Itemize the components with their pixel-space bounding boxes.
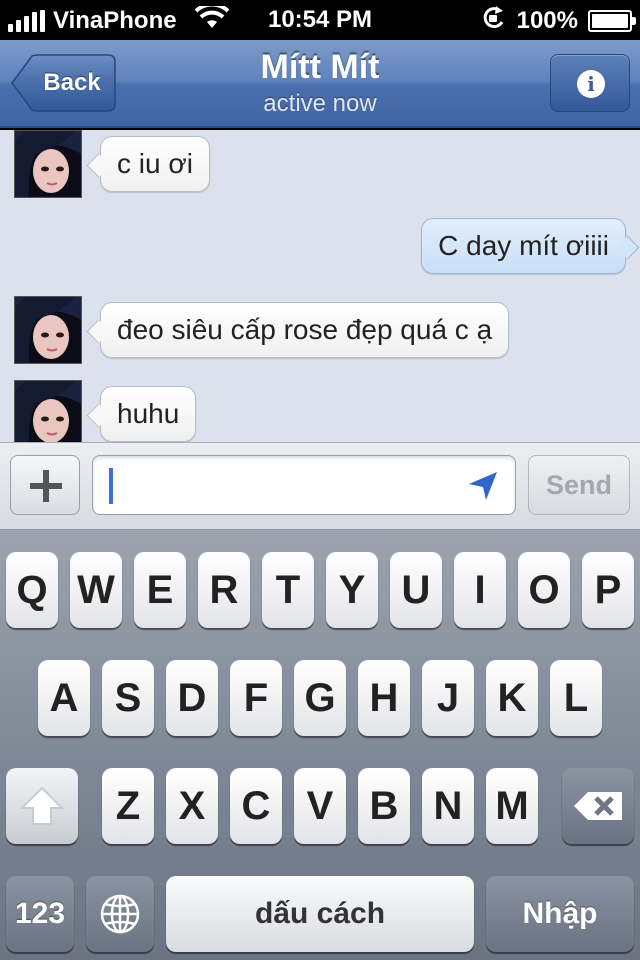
outgoing-message-bubble[interactable]: C day mít ơiiii	[421, 218, 626, 274]
key-u[interactable]: U	[390, 552, 442, 628]
battery-percent: 100%	[516, 6, 578, 34]
key-c[interactable]: C	[230, 768, 282, 844]
shift-key[interactable]	[6, 768, 78, 844]
key-b[interactable]: B	[358, 768, 410, 844]
key-h[interactable]: H	[358, 660, 410, 736]
status-bar: VinaPhone 10:54 PM 100%	[0, 0, 640, 40]
key-n[interactable]: N	[422, 768, 474, 844]
back-button[interactable]: Back	[10, 54, 116, 112]
back-button-label: Back	[43, 69, 101, 96]
key-k[interactable]: K	[486, 660, 538, 736]
info-button[interactable]: i	[550, 54, 630, 112]
info-icon: i	[577, 70, 605, 98]
key-a[interactable]: A	[38, 660, 90, 736]
text-caret	[109, 468, 113, 504]
key-t[interactable]: T	[262, 552, 314, 628]
shift-icon	[6, 786, 78, 853]
message-input[interactable]	[117, 464, 457, 508]
navigation-bar: Back Mítt Mít active now i	[0, 40, 640, 128]
return-key[interactable]: Nhập	[486, 876, 634, 952]
globe-key[interactable]	[86, 876, 154, 952]
key-w[interactable]: W	[70, 552, 122, 628]
key-s[interactable]: S	[102, 660, 154, 736]
key-g[interactable]: G	[294, 660, 346, 736]
globe-icon	[86, 894, 154, 960]
incoming-message-bubble[interactable]: c iu ơi	[100, 136, 210, 192]
key-v[interactable]: V	[294, 768, 346, 844]
key-i[interactable]: I	[454, 552, 506, 628]
location-arrow-icon[interactable]	[467, 470, 499, 507]
key-q[interactable]: Q	[6, 552, 58, 628]
key-o[interactable]: O	[518, 552, 570, 628]
key-y[interactable]: Y	[326, 552, 378, 628]
numbers-key[interactable]: 123	[6, 876, 74, 952]
send-button[interactable]: Send	[528, 455, 630, 515]
rotation-lock-icon	[481, 6, 507, 35]
message-input-field[interactable]	[92, 455, 516, 515]
key-z[interactable]: Z	[102, 768, 154, 844]
message-list[interactable]: c iu ơi C day mít ơiiii đeo siêu cấp ros…	[0, 130, 640, 442]
delete-icon	[562, 792, 634, 853]
space-key[interactable]: dấu cách	[166, 876, 474, 952]
add-attachment-button[interactable]	[10, 455, 80, 515]
battery-icon	[588, 9, 636, 32]
message-composer: Send	[0, 442, 640, 530]
key-d[interactable]: D	[166, 660, 218, 736]
presence-status: active now	[263, 90, 377, 117]
key-r[interactable]: R	[198, 552, 250, 628]
delete-key[interactable]	[562, 768, 634, 844]
key-e[interactable]: E	[134, 552, 186, 628]
contact-avatar[interactable]	[14, 296, 82, 364]
key-x[interactable]: X	[166, 768, 218, 844]
contact-avatar[interactable]	[14, 380, 82, 442]
key-j[interactable]: J	[422, 660, 474, 736]
incoming-message-bubble[interactable]: huhu	[100, 386, 197, 442]
key-f[interactable]: F	[230, 660, 282, 736]
contact-avatar[interactable]	[14, 130, 82, 198]
contact-name: Mítt Mít	[260, 48, 380, 86]
incoming-message-bubble[interactable]: đeo siêu cấp rose đẹp quá c ạ	[100, 302, 510, 358]
key-p[interactable]: P	[582, 552, 634, 628]
key-m[interactable]: M	[486, 768, 538, 844]
keyboard: QWERTYUIOP ASDFGHJKL ZXCVBNM 123 dấu các…	[0, 530, 640, 960]
key-l[interactable]: L	[550, 660, 602, 736]
